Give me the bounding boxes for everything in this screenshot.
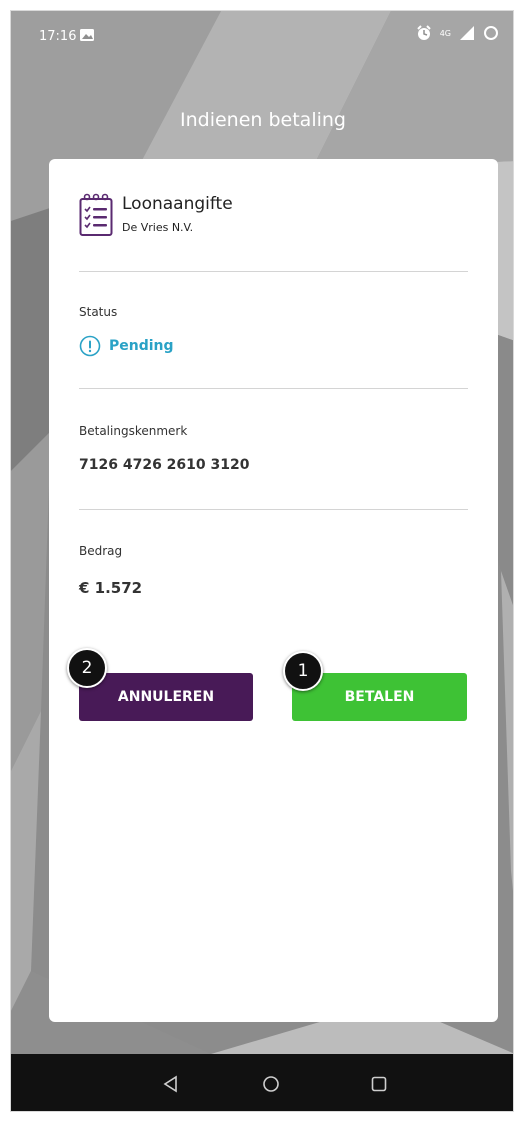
status-indicator: Pending xyxy=(79,335,174,357)
reference-label: Betalingskenmerk xyxy=(79,424,188,438)
checklist-document-icon xyxy=(79,193,113,236)
battery-icon xyxy=(484,26,498,40)
home-icon[interactable] xyxy=(261,1074,281,1094)
phone-screen: 17:16 4G Indienen betaling Loonaangifte … xyxy=(10,10,514,1112)
recents-icon[interactable] xyxy=(369,1074,389,1094)
exclamation-circle-icon xyxy=(79,335,101,357)
payment-card: Loonaangifte De Vries N.V. Status Pendin… xyxy=(49,159,498,1022)
image-notification-icon xyxy=(80,29,94,41)
status-time: 17:16 xyxy=(39,29,77,44)
reference-value: 7126 4726 2610 3120 xyxy=(79,457,250,473)
cancel-button[interactable]: ANNULEREN xyxy=(79,673,253,721)
company-name: De Vries N.V. xyxy=(122,221,194,234)
status-bar: 17:16 4G xyxy=(11,11,513,61)
signal-icon xyxy=(460,26,474,40)
page-title: Indienen betaling xyxy=(180,109,346,131)
document-title: Loonaangifte xyxy=(122,194,233,214)
back-icon[interactable] xyxy=(161,1074,181,1094)
step-marker-cancel: 2 xyxy=(67,648,107,688)
network-label: 4G xyxy=(439,28,451,38)
divider xyxy=(79,271,468,272)
divider xyxy=(79,388,468,389)
divider xyxy=(79,509,468,510)
alarm-icon xyxy=(416,25,431,40)
step-marker-pay: 1 xyxy=(283,651,323,691)
status-icons: 4G xyxy=(416,25,499,41)
amount-label: Bedrag xyxy=(79,544,123,558)
status-label: Status xyxy=(79,305,118,319)
navigation-bar xyxy=(11,1054,513,1111)
status-value: Pending xyxy=(109,338,174,354)
amount-value: € 1.572 xyxy=(79,579,143,597)
